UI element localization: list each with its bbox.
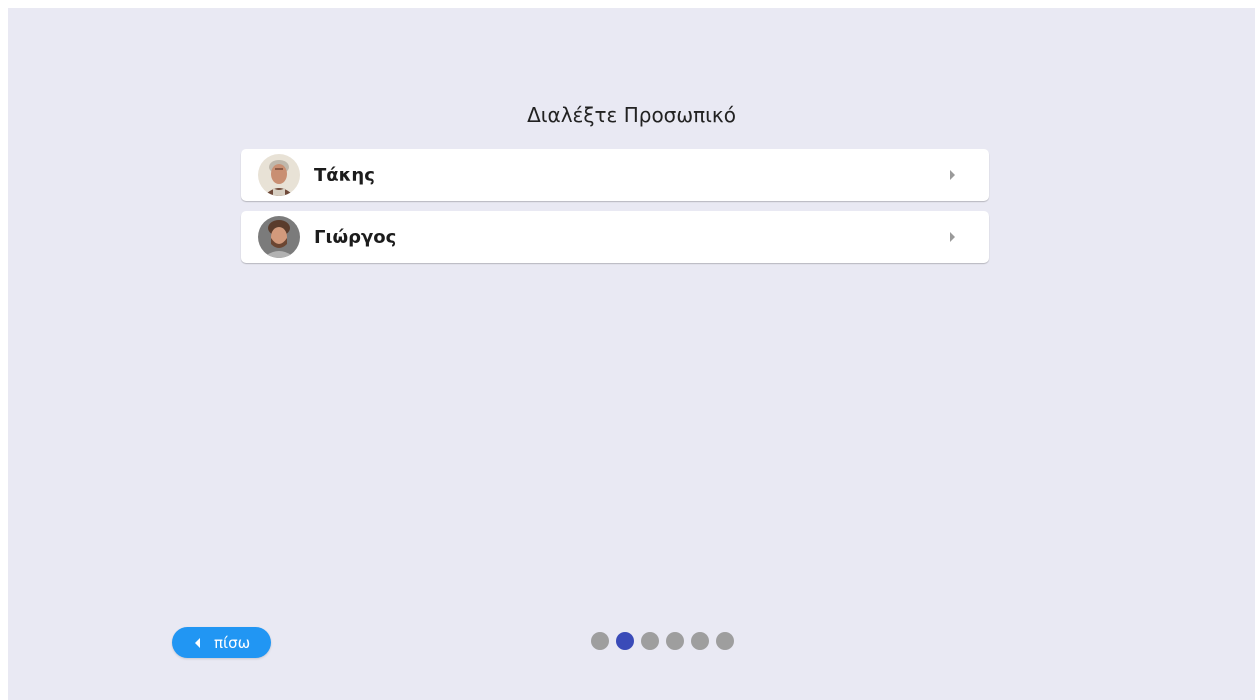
step-dot-3	[641, 632, 659, 650]
step-dot-6	[716, 632, 734, 650]
step-dot-4	[666, 632, 684, 650]
chevron-right-icon	[950, 170, 955, 180]
staff-row-takis[interactable]: Τάκης	[241, 149, 989, 201]
staff-list: Τάκης Γιώργος	[241, 149, 989, 273]
app-screen: Διαλέξτε Προσωπικό Τάκης Γιώργος πίσω	[8, 8, 1255, 700]
staff-name: Τάκης	[314, 164, 375, 186]
step-dot-5	[691, 632, 709, 650]
avatar	[258, 216, 300, 258]
step-dot-2	[616, 632, 634, 650]
person-photo-icon	[258, 154, 300, 196]
staff-name: Γιώργος	[314, 226, 397, 248]
staff-row-giorgos[interactable]: Γιώργος	[241, 211, 989, 263]
step-dot-1	[591, 632, 609, 650]
step-indicator	[591, 632, 734, 650]
page-title: Διαλέξτε Προσωπικό	[527, 103, 736, 127]
chevron-left-icon	[195, 637, 200, 648]
person-photo-icon	[258, 216, 300, 258]
back-button[interactable]: πίσω	[172, 627, 271, 658]
chevron-right-icon	[950, 232, 955, 242]
avatar	[258, 154, 300, 196]
back-label: πίσω	[214, 633, 251, 652]
